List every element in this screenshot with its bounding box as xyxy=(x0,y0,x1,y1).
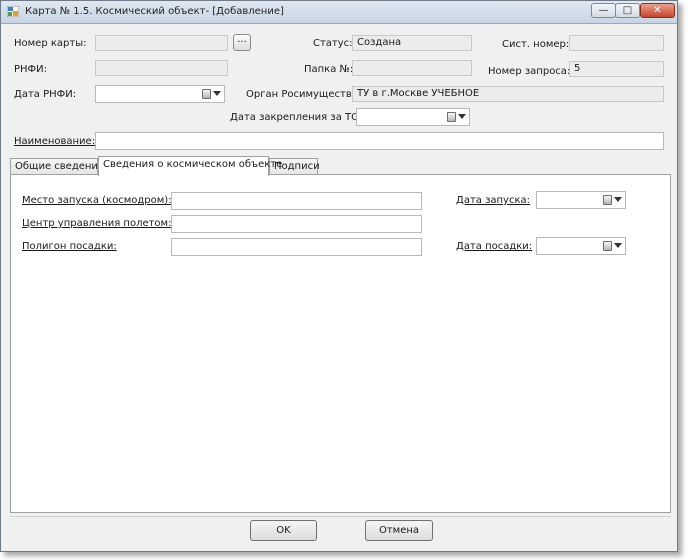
footer-separator xyxy=(10,516,671,517)
name-input[interactable] xyxy=(95,132,664,150)
launch-site-input[interactable] xyxy=(171,192,422,210)
chevron-down-icon[interactable] xyxy=(213,91,221,96)
tab-panel-space-object: Место запуска (космодром): Дата запуска:… xyxy=(10,174,671,513)
rnfi-label: РНФИ: xyxy=(14,64,48,75)
maximize-button[interactable]: □ xyxy=(615,3,640,18)
close-button[interactable]: ✕ xyxy=(640,3,675,18)
property-body-label: Орган Росимущества: xyxy=(246,89,362,100)
maximize-icon: □ xyxy=(622,4,633,16)
name-label: Наименование: xyxy=(14,136,96,147)
title-bar[interactable]: Карта № 1.5. Космический объект- [Добавл… xyxy=(1,1,677,24)
assignment-date-label: Дата закрепления за ТО: xyxy=(230,112,363,123)
landing-site-label: Полигон посадки: xyxy=(22,241,117,252)
chevron-down-icon[interactable] xyxy=(614,197,622,202)
folder-field xyxy=(352,60,472,76)
calendar-icon[interactable] xyxy=(202,89,211,99)
calendar-icon[interactable] xyxy=(603,195,612,205)
sys-number-field xyxy=(569,35,664,51)
minimize-button[interactable]: — xyxy=(591,3,616,18)
chevron-down-icon[interactable] xyxy=(614,243,622,248)
landing-date-label: Дата посадки: xyxy=(456,241,533,252)
sys-number-label: Сист. номер: xyxy=(502,39,570,50)
main-window: Карта № 1.5. Космический объект- [Добавл… xyxy=(0,0,678,552)
flight-control-input[interactable] xyxy=(171,215,422,233)
flight-control-label: Центр управления полетом: xyxy=(22,218,172,229)
request-number-label: Номер запроса: xyxy=(488,66,571,77)
chevron-down-icon[interactable] xyxy=(458,114,466,119)
card-number-label: Номер карты: xyxy=(14,38,87,49)
launch-site-label: Место запуска (космодром): xyxy=(22,195,172,206)
card-number-field[interactable] xyxy=(95,35,228,51)
close-icon: ✕ xyxy=(653,4,662,16)
launch-date-label: Дата запуска: xyxy=(456,195,531,206)
rnfi-date-picker[interactable] xyxy=(95,85,225,103)
landing-date-picker[interactable] xyxy=(536,237,626,255)
assignment-date-picker[interactable] xyxy=(356,108,470,126)
launch-date-picker[interactable] xyxy=(536,191,626,209)
calendar-icon[interactable] xyxy=(447,112,456,122)
folder-label: Папка №: xyxy=(304,64,354,75)
cancel-button[interactable]: Отмена xyxy=(365,520,433,541)
property-body-field: ТУ в г.Москве УЧЕБНОЕ xyxy=(352,86,664,102)
tab-space-object[interactable]: Сведения о космическом объекте xyxy=(98,156,282,176)
rnfi-date-label: Дата РНФИ: xyxy=(14,89,77,100)
landing-site-input[interactable] xyxy=(171,238,422,256)
app-icon xyxy=(7,6,19,17)
status-field: Создана xyxy=(352,35,472,51)
ok-button[interactable]: OK xyxy=(250,520,317,541)
minimize-icon: — xyxy=(598,4,609,16)
request-number-field: 5 xyxy=(569,61,664,77)
calendar-icon[interactable] xyxy=(603,241,612,251)
rnfi-field xyxy=(95,60,228,76)
window-title: Карта № 1.5. Космический объект- [Добавл… xyxy=(25,6,284,17)
status-label: Статус: xyxy=(313,38,353,49)
card-browse-button[interactable]: ... xyxy=(233,34,251,51)
ellipsis-icon: ... xyxy=(237,34,247,45)
